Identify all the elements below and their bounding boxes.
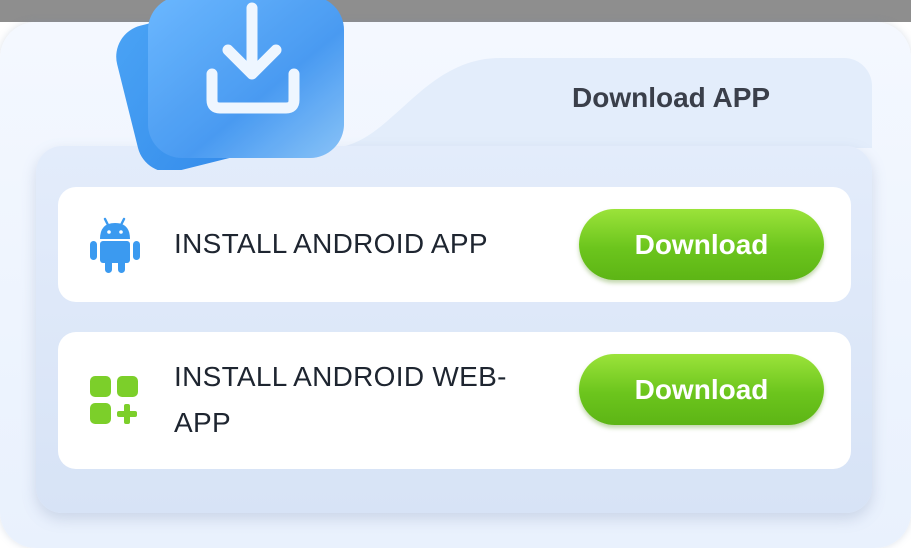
header-tab-curve xyxy=(330,58,570,148)
install-android-app-row: INSTALL ANDROID APP Download xyxy=(58,187,851,302)
download-android-webapp-button[interactable]: Download xyxy=(579,354,824,425)
install-android-app-label: INSTALL ANDROID APP xyxy=(174,228,488,259)
android-icon xyxy=(90,217,140,273)
apps-add-icon xyxy=(90,376,138,424)
download-app-icon xyxy=(116,0,344,170)
modal-title: Download APP xyxy=(572,82,771,113)
install-android-webapp-row: INSTALL ANDROID WEB-APP Download xyxy=(58,332,851,469)
download-android-app-button[interactable]: Download xyxy=(579,209,824,280)
install-android-webapp-label: INSTALL ANDROID WEB-APP xyxy=(174,361,507,438)
